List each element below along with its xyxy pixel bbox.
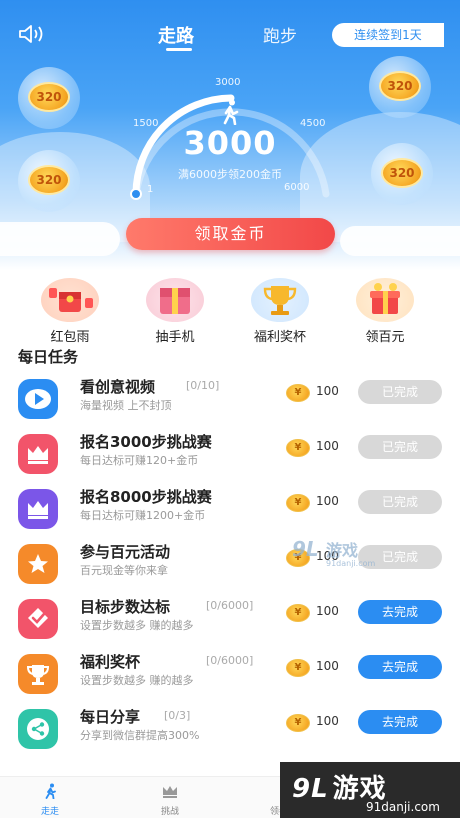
watermark-text: 游戏 bbox=[326, 541, 359, 560]
check-icon bbox=[18, 599, 58, 639]
nav-item-walk[interactable]: 走走 bbox=[20, 783, 80, 817]
task-row: 福利奖杯 [0/6000] 设置步数越多 赚的越多 100 去完成 bbox=[0, 647, 460, 701]
coin-amount: 320 bbox=[28, 82, 70, 112]
task-description: 每日达标可赚1200+金币 bbox=[80, 509, 206, 522]
gauge-start-dot bbox=[130, 188, 142, 200]
quick-entry-label: 福利奖杯 bbox=[253, 330, 306, 345]
crown-icon bbox=[163, 786, 177, 798]
cloud-decoration bbox=[340, 226, 460, 256]
nav-item-label: 挑战 bbox=[160, 807, 179, 817]
coin-icon bbox=[286, 439, 310, 457]
task-description: 每日达标可赚120+金币 bbox=[80, 454, 199, 467]
task-completed-button[interactable]: 已完成 bbox=[358, 435, 442, 459]
coin-icon bbox=[286, 714, 310, 732]
task-row: 看创意视频 [0/10] 海量视频 上不封顶 100 已完成 bbox=[0, 372, 460, 426]
task-go-button[interactable]: 去完成 bbox=[358, 655, 442, 679]
task-name: 福利奖杯 bbox=[80, 653, 141, 671]
speaker-icon[interactable] bbox=[18, 24, 46, 44]
coin-bubble[interactable]: 320 bbox=[371, 143, 433, 205]
coin-amount: 320 bbox=[379, 71, 421, 101]
quick-entry-label: 领百元 bbox=[365, 330, 405, 345]
task-reward: 100 bbox=[316, 604, 339, 618]
walker-icon bbox=[45, 783, 56, 800]
task-description: 分享到微信群提高300% bbox=[80, 729, 200, 742]
task-progress: [0/3] bbox=[164, 709, 191, 722]
task-name: 报名8000步挑战赛 bbox=[80, 488, 212, 506]
coin-amount: 320 bbox=[381, 158, 423, 188]
quick-entry-label: 抽手机 bbox=[155, 330, 195, 345]
task-progress: [0/6000] bbox=[206, 599, 254, 612]
coin-icon bbox=[286, 384, 310, 402]
corner-watermark: 9L 游戏 91danji.com bbox=[280, 762, 460, 818]
play-icon bbox=[18, 379, 58, 419]
task-completed-button[interactable]: 已完成 bbox=[358, 380, 442, 404]
task-reward: 100 bbox=[316, 384, 339, 398]
task-reward: 100 bbox=[316, 494, 339, 508]
quick-entry-red-envelope-rain[interactable]: 红包雨 bbox=[30, 278, 110, 345]
task-description: 百元现金等你来拿 bbox=[80, 564, 168, 577]
watermark-overlay: 9L 游戏 91danji.com bbox=[292, 535, 402, 575]
tab-walk[interactable]: 走路 bbox=[158, 22, 194, 48]
task-name: 报名3000步挑战赛 bbox=[80, 433, 212, 451]
walker-icon bbox=[223, 99, 239, 125]
cloud-decoration bbox=[0, 222, 120, 256]
task-name: 参与百元活动 bbox=[80, 543, 171, 561]
task-name: 目标步数达标 bbox=[80, 598, 171, 616]
task-reward: 100 bbox=[316, 714, 339, 728]
red-envelope-rain-icon bbox=[41, 278, 99, 322]
nav-item-challenge[interactable]: 挑战 bbox=[140, 783, 200, 817]
quick-entry-hundred-yuan[interactable]: 领百元 bbox=[345, 278, 425, 345]
task-reward: 100 bbox=[316, 659, 339, 673]
task-description: 设置步数越多 赚的越多 bbox=[80, 619, 194, 632]
task-progress: [0/10] bbox=[186, 379, 220, 392]
watermark-url: 91danji.com bbox=[366, 800, 440, 814]
trophy-icon bbox=[18, 654, 58, 694]
share-icon bbox=[18, 709, 58, 749]
watermark-url: 91danji.com bbox=[326, 559, 376, 568]
quick-entry-phone-lottery[interactable]: 抽手机 bbox=[135, 278, 215, 345]
active-tab-underline bbox=[166, 48, 192, 51]
task-completed-button[interactable]: 已完成 bbox=[358, 490, 442, 514]
crown-icon bbox=[18, 489, 58, 529]
gauge-tick-label: 1 bbox=[147, 184, 154, 195]
coin-bubble[interactable]: 320 bbox=[18, 150, 80, 212]
task-description: 设置步数越多 赚的越多 bbox=[80, 674, 194, 687]
trophy-icon bbox=[251, 278, 309, 322]
coin-bubble[interactable]: 320 bbox=[18, 67, 80, 129]
crown-icon bbox=[18, 434, 58, 474]
tab-run[interactable]: 跑步 bbox=[263, 22, 297, 47]
task-description: 海量视频 上不封顶 bbox=[80, 399, 172, 412]
coin-icon bbox=[286, 494, 310, 512]
coin-icon bbox=[286, 659, 310, 677]
nav-item-label: 走走 bbox=[40, 807, 59, 817]
task-progress: [0/6000] bbox=[206, 654, 254, 667]
quick-entry-trophy[interactable]: 福利奖杯 bbox=[240, 278, 320, 345]
watermark-logo: 9L bbox=[292, 537, 319, 561]
star-icon bbox=[18, 544, 58, 584]
task-name: 每日分享 bbox=[80, 708, 141, 726]
task-row: 报名8000步挑战赛 每日达标可赚1200+金币 100 已完成 bbox=[0, 482, 460, 536]
watermark-logo: 9L bbox=[292, 774, 329, 804]
claim-coins-button[interactable]: 领取金币 bbox=[126, 218, 335, 250]
task-reward: 100 bbox=[316, 439, 339, 453]
checkin-badge[interactable]: 连续签到1天 bbox=[332, 23, 444, 47]
coin-bubble[interactable]: 320 bbox=[369, 56, 431, 118]
phone-lottery-icon bbox=[146, 278, 204, 322]
gauge-tick-label: 3000 bbox=[215, 77, 241, 88]
task-row: 每日分享 [0/3] 分享到微信群提高300% 100 去完成 bbox=[0, 702, 460, 756]
top-bar: 走路 跑步 连续签到1天 bbox=[0, 18, 460, 54]
gift-box-icon bbox=[356, 278, 414, 322]
coin-amount: 320 bbox=[28, 165, 70, 195]
task-row: 目标步数达标 [0/6000] 设置步数越多 赚的越多 100 去完成 bbox=[0, 592, 460, 646]
task-name: 看创意视频 bbox=[80, 378, 156, 396]
task-go-button[interactable]: 去完成 bbox=[358, 710, 442, 734]
coin-icon bbox=[286, 604, 310, 622]
gauge-tick-label: 6000 bbox=[284, 182, 310, 193]
task-row: 报名3000步挑战赛 每日达标可赚120+金币 100 已完成 bbox=[0, 427, 460, 481]
task-go-button[interactable]: 去完成 bbox=[358, 600, 442, 624]
quick-entry-label: 红包雨 bbox=[50, 330, 90, 345]
daily-tasks-title: 每日任务 bbox=[18, 348, 79, 366]
